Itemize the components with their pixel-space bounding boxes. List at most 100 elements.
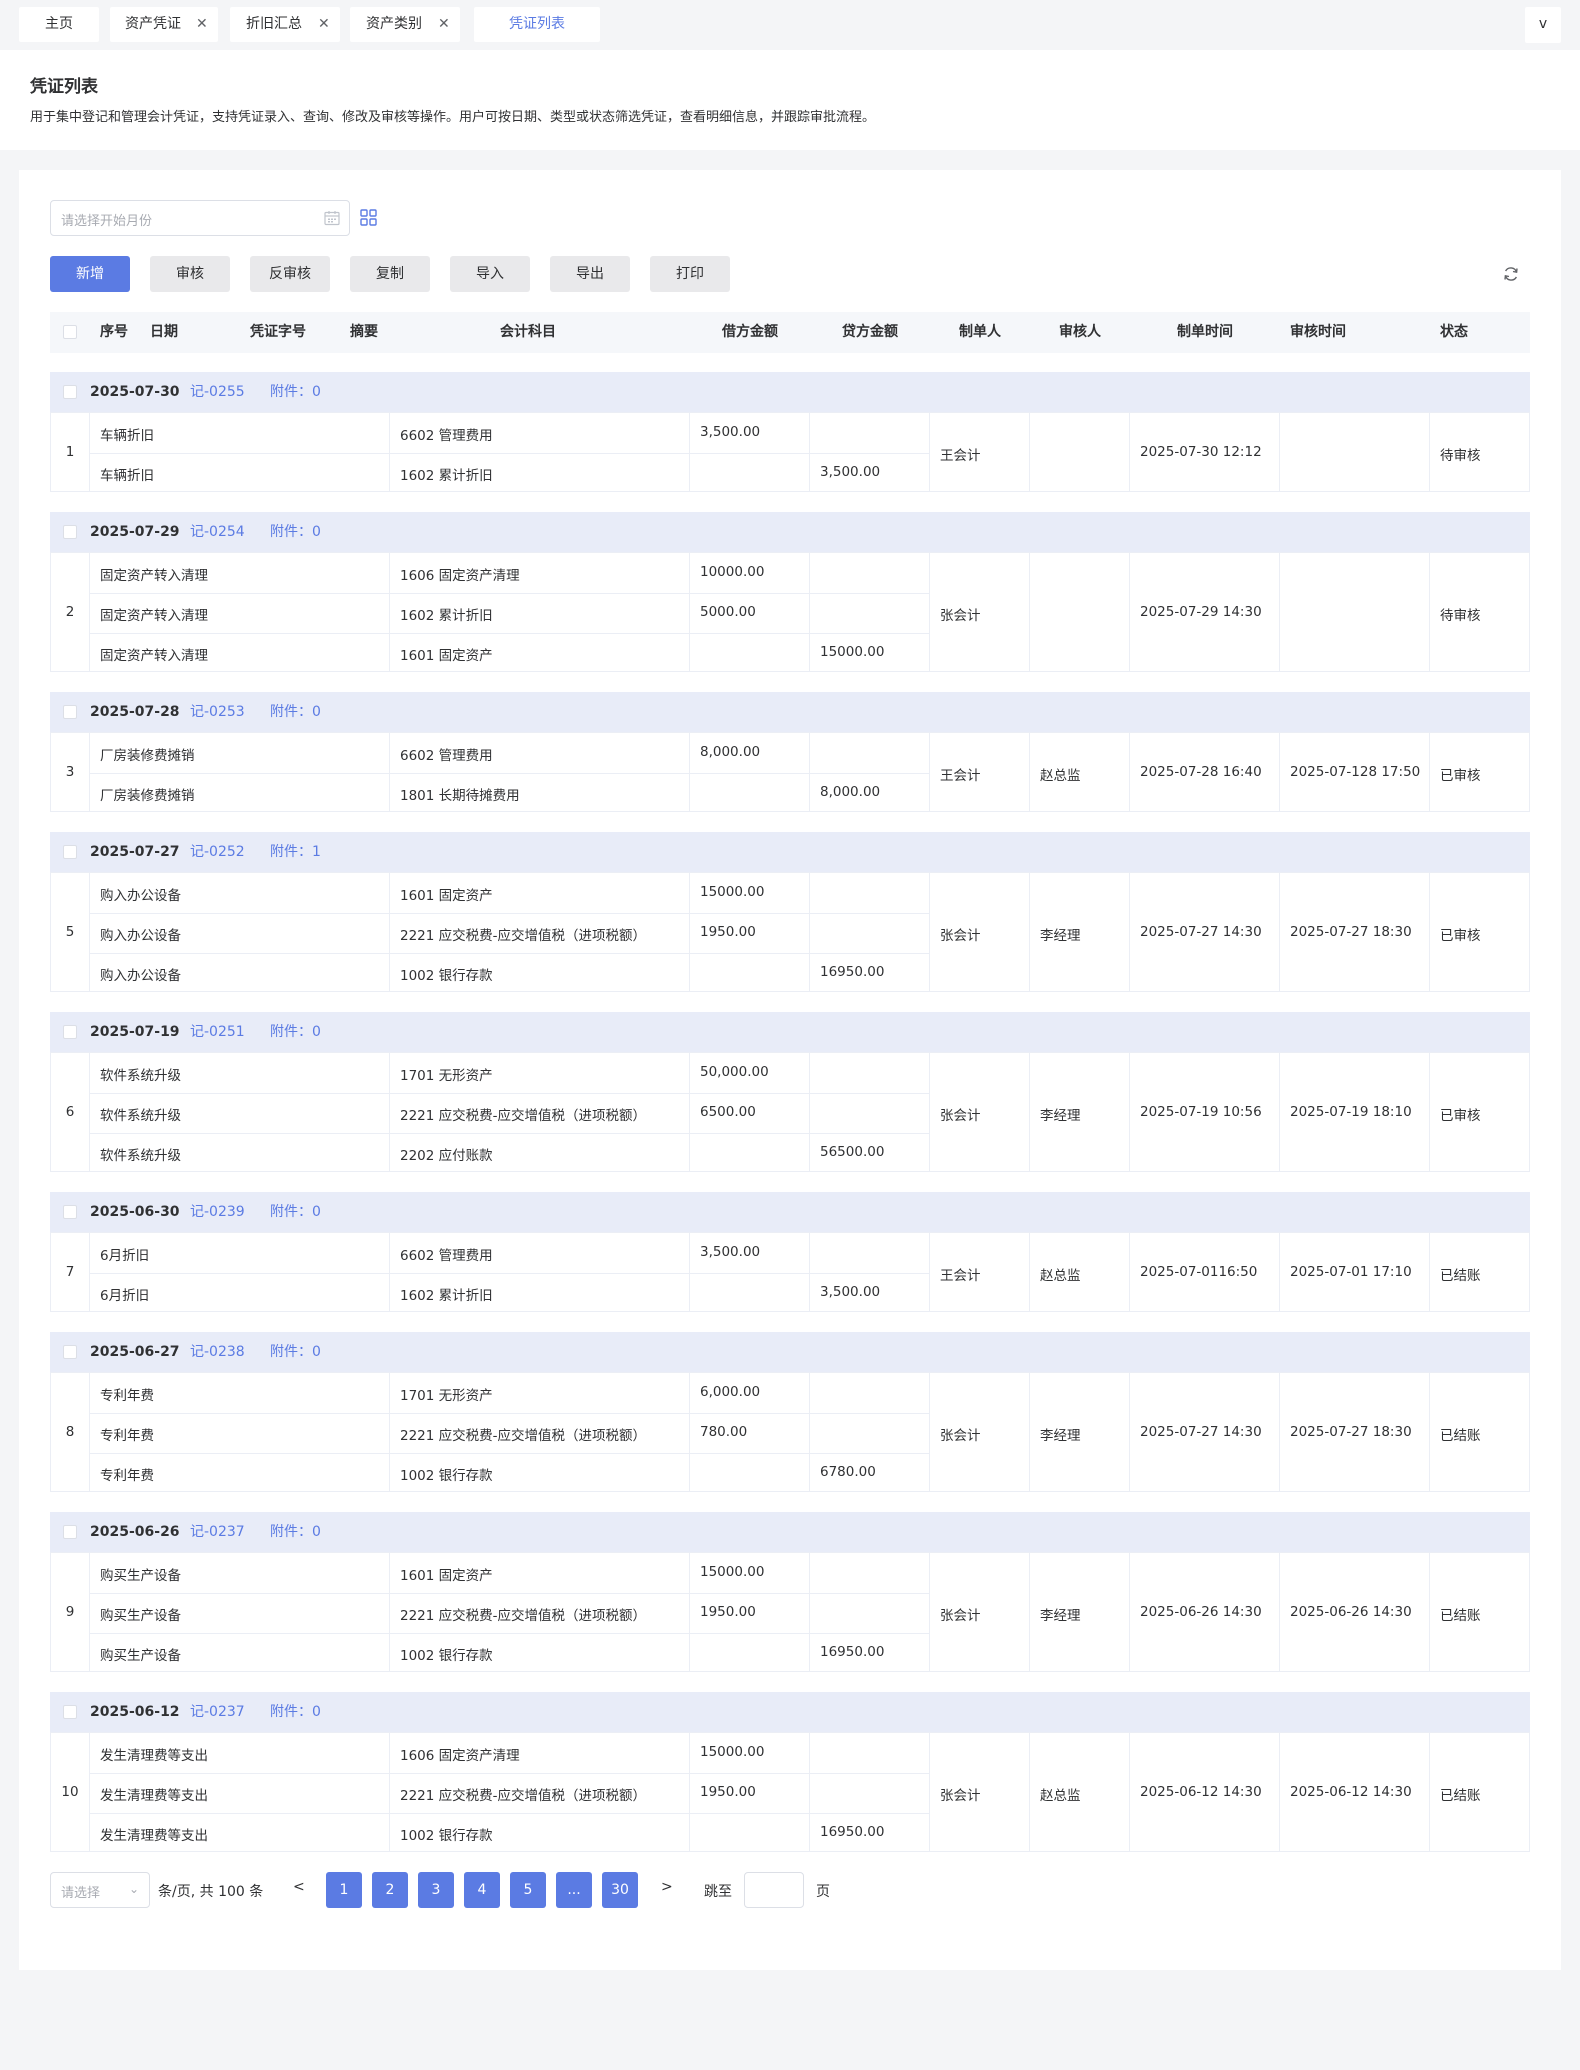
prev-page-button[interactable]: < bbox=[293, 1879, 305, 1895]
column-divider bbox=[89, 1553, 90, 1671]
page-unit-label: 页 bbox=[816, 1884, 830, 1900]
voucher-number-link[interactable]: 记-0238 bbox=[190, 1332, 245, 1372]
voucher-group-header: 2025-07-30 记-0255 附件：0 bbox=[50, 372, 1530, 412]
attachments-count: 0 bbox=[312, 1704, 321, 1720]
page-button-0[interactable]: 1 bbox=[326, 1872, 362, 1908]
attachments-link[interactable]: 附件：0 bbox=[270, 1692, 321, 1732]
column-divider bbox=[389, 1373, 390, 1491]
column-divider bbox=[1429, 733, 1430, 811]
column-divider bbox=[89, 413, 90, 491]
voucher-number-link[interactable]: 记-0239 bbox=[190, 1192, 245, 1232]
toolbar-button-3[interactable]: 复制 bbox=[350, 256, 430, 292]
row-checkbox[interactable] bbox=[63, 1205, 77, 1219]
row-divider bbox=[89, 453, 929, 454]
toolbar-button-0[interactable]: 新增 bbox=[50, 256, 130, 292]
toolbar-button-6[interactable]: 打印 bbox=[650, 256, 730, 292]
voucher-maker: 张会计 bbox=[940, 1788, 981, 1804]
voucher-date: 2025-07-27 bbox=[90, 844, 180, 860]
toolbar-button-5[interactable]: 导出 bbox=[550, 256, 630, 292]
attachments-count: 0 bbox=[312, 704, 321, 720]
line-summary: 发生清理费等支出 bbox=[100, 1828, 208, 1844]
toolbar-button-1[interactable]: 审核 bbox=[150, 256, 230, 292]
row-checkbox[interactable] bbox=[63, 1705, 77, 1719]
voucher-make-time: 2025-07-29 14:30 bbox=[1140, 604, 1262, 620]
page-size-placeholder: 请选择 bbox=[61, 1886, 101, 1901]
select-all-checkbox[interactable] bbox=[63, 325, 77, 339]
column-divider bbox=[1279, 1053, 1280, 1171]
voucher-group-body: 1 车辆折旧 6602 管理费用 3,500.00 车辆折旧 1602 累计折旧 3,500… bbox=[50, 412, 1530, 492]
line-summary: 6月折旧 bbox=[100, 1288, 150, 1304]
attachments-link[interactable]: 附件：0 bbox=[270, 1512, 321, 1552]
line-summary: 购买生产设备 bbox=[100, 1648, 181, 1664]
tab-4[interactable]: 凭证列表 bbox=[474, 7, 600, 42]
attachments-count: 0 bbox=[312, 1524, 321, 1540]
close-icon[interactable]: ✕ bbox=[438, 7, 450, 42]
tab-0[interactable]: 主页 bbox=[19, 7, 99, 42]
page-size-select[interactable]: 请选择 ⌄ bbox=[50, 1872, 150, 1908]
voucher-group-header: 2025-06-30 记-0239 附件：0 bbox=[50, 1192, 1530, 1232]
row-checkbox[interactable] bbox=[63, 1525, 77, 1539]
line-account: 2221 应交税费-应交增值税（进项税额） bbox=[400, 928, 647, 944]
row-checkbox[interactable] bbox=[63, 705, 77, 719]
row-divider bbox=[89, 1633, 929, 1634]
page-button-3[interactable]: 4 bbox=[464, 1872, 500, 1908]
grid-view-icon[interactable] bbox=[360, 209, 377, 226]
line-summary: 厂房装修费摊销 bbox=[100, 748, 195, 764]
line-summary: 专利年费 bbox=[100, 1468, 154, 1484]
page-button-4[interactable]: 5 bbox=[510, 1872, 546, 1908]
line-debit: 3,500.00 bbox=[700, 424, 761, 440]
row-checkbox[interactable] bbox=[63, 525, 77, 539]
line-debit: 780.00 bbox=[700, 1424, 748, 1440]
toolbar-button-2[interactable]: 反审核 bbox=[250, 256, 330, 292]
line-summary: 软件系统升级 bbox=[100, 1068, 181, 1084]
voucher-number-link[interactable]: 记-0252 bbox=[190, 832, 245, 872]
tab-menu-button[interactable]: v bbox=[1525, 7, 1561, 43]
voucher-number-link[interactable]: 记-0253 bbox=[190, 692, 245, 732]
column-divider bbox=[1029, 1733, 1030, 1851]
attachments-link[interactable]: 附件：0 bbox=[270, 692, 321, 732]
voucher-group-body: 5 购入办公设备 1601 固定资产 15000.00 购入办公设备 2221 应交税费-… bbox=[50, 872, 1530, 992]
column-divider bbox=[89, 1373, 90, 1491]
close-icon[interactable]: ✕ bbox=[196, 7, 208, 42]
column-divider bbox=[689, 1233, 690, 1311]
tab-1[interactable]: 资产凭证 ✕ bbox=[110, 7, 218, 42]
page-button-5[interactable]: ... bbox=[556, 1872, 592, 1908]
voucher-number-link[interactable]: 记-0254 bbox=[190, 512, 245, 552]
row-checkbox[interactable] bbox=[63, 385, 77, 399]
next-page-button[interactable]: > bbox=[661, 1879, 673, 1895]
row-checkbox[interactable] bbox=[63, 1025, 77, 1039]
line-debit: 15000.00 bbox=[700, 884, 765, 900]
month-picker[interactable]: 请选择开始月份 bbox=[50, 200, 350, 236]
toolbar-button-4[interactable]: 导入 bbox=[450, 256, 530, 292]
tab-2[interactable]: 折旧汇总 ✕ bbox=[230, 7, 340, 42]
attachments-link[interactable]: 附件：1 bbox=[270, 832, 321, 872]
row-checkbox[interactable] bbox=[63, 845, 77, 859]
voucher-group-header: 2025-07-27 记-0252 附件：1 bbox=[50, 832, 1530, 872]
attachments-link[interactable]: 附件：0 bbox=[270, 1192, 321, 1232]
line-summary: 固定资产转入清理 bbox=[100, 608, 208, 624]
page-button-1[interactable]: 2 bbox=[372, 1872, 408, 1908]
voucher-make-time: 2025-07-0116:50 bbox=[1140, 1264, 1258, 1280]
voucher-number-link[interactable]: 记-0255 bbox=[190, 372, 245, 412]
column-divider bbox=[1029, 553, 1030, 671]
row-checkbox[interactable] bbox=[63, 1345, 77, 1359]
page-button-6[interactable]: 30 bbox=[602, 1872, 638, 1908]
page-button-2[interactable]: 3 bbox=[418, 1872, 454, 1908]
pagination-summary: 条/页, 共 100 条 bbox=[158, 1884, 264, 1900]
column-divider bbox=[89, 1733, 90, 1851]
voucher-number-link[interactable]: 记-0251 bbox=[190, 1012, 245, 1052]
page-header: 凭证列表 用于集中登记和管理会计凭证，支持凭证录入、查询、修改及审核等操作。用户… bbox=[0, 50, 1580, 150]
voucher-number-link[interactable]: 记-0237 bbox=[190, 1512, 245, 1552]
close-icon[interactable]: ✕ bbox=[318, 7, 330, 42]
refresh-icon[interactable] bbox=[1502, 265, 1520, 283]
attachments-link[interactable]: 附件：0 bbox=[270, 1012, 321, 1052]
col-voucher-no: 凭证字号 bbox=[250, 324, 306, 340]
voucher-number-link[interactable]: 记-0237 bbox=[190, 1692, 245, 1732]
attachments-link[interactable]: 附件：0 bbox=[270, 1332, 321, 1372]
attachments-link[interactable]: 附件：0 bbox=[270, 512, 321, 552]
tab-3[interactable]: 资产类别 ✕ bbox=[350, 7, 460, 42]
attachments-link[interactable]: 附件：0 bbox=[270, 372, 321, 412]
line-account: 6602 管理费用 bbox=[400, 1248, 493, 1264]
jump-page-input[interactable] bbox=[744, 1872, 804, 1908]
col-date: 日期 bbox=[150, 324, 178, 340]
